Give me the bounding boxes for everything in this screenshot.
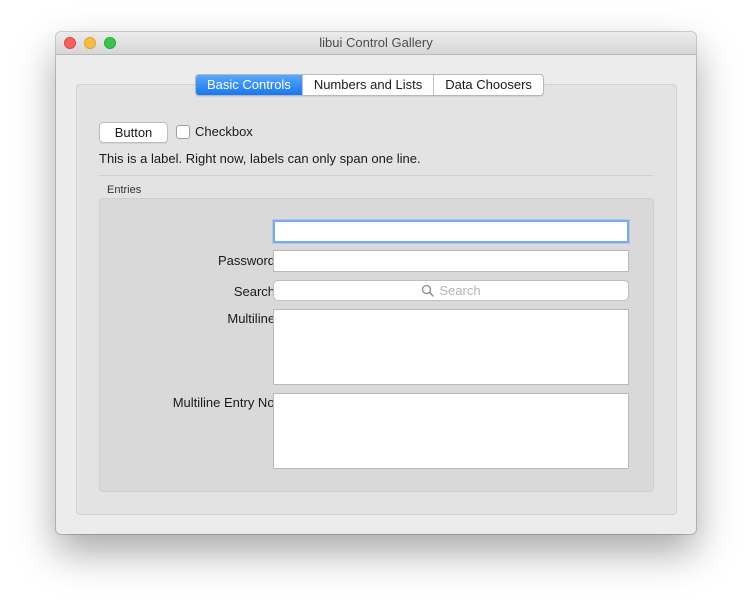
tab-basic-controls[interactable]: Basic Controls bbox=[196, 75, 302, 95]
label-text: This is a label. Right now, labels can o… bbox=[99, 151, 421, 166]
multiline-nowrap-field[interactable] bbox=[273, 393, 629, 469]
entries-group-title: Entries bbox=[107, 184, 142, 196]
search-field[interactable]: Search bbox=[273, 280, 629, 301]
app-window: libui Control Gallery Basic Controls Num… bbox=[56, 32, 696, 534]
multiline-entry-field[interactable] bbox=[273, 309, 629, 385]
checkbox-label[interactable]: Checkbox bbox=[195, 124, 253, 139]
button[interactable]: Button bbox=[99, 122, 168, 143]
password-field[interactable] bbox=[273, 250, 629, 272]
entry-field[interactable] bbox=[273, 220, 629, 243]
title-bar[interactable]: libui Control Gallery bbox=[56, 32, 696, 55]
tab-numbers-and-lists[interactable]: Numbers and Lists bbox=[301, 75, 433, 95]
tab-data-choosers[interactable]: Data Choosers bbox=[433, 75, 543, 95]
separator bbox=[99, 175, 653, 176]
window-title: libui Control Gallery bbox=[319, 35, 433, 50]
entries-group: Entry Password Entry Search Entry Search… bbox=[99, 198, 654, 492]
search-icon bbox=[422, 284, 435, 297]
checkbox-control[interactable]: Checkbox bbox=[176, 124, 253, 139]
search-placeholder: Search bbox=[439, 283, 481, 298]
tab-bar: Basic Controls Numbers and Lists Data Ch… bbox=[195, 74, 544, 96]
checkbox-box[interactable] bbox=[176, 124, 190, 139]
